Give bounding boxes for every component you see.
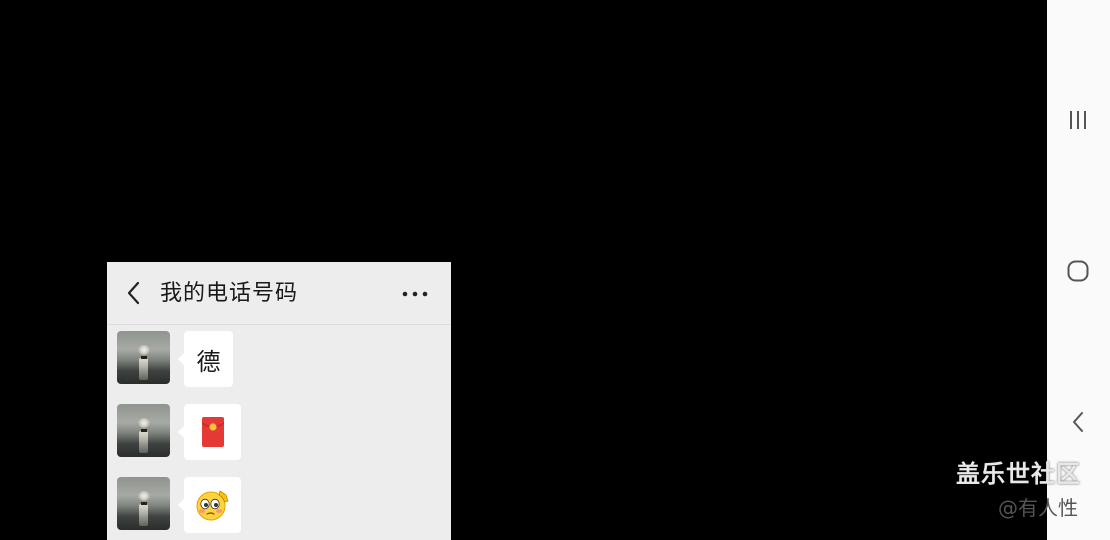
message-text: 德 [196, 347, 221, 376]
home-button[interactable] [1061, 254, 1095, 288]
back-icon [1073, 412, 1083, 432]
message-bubble[interactable]: 德 [178, 331, 233, 387]
chat-window: 我的电话号码 德 [107, 262, 451, 540]
message-row: 德 [107, 331, 451, 389]
blushing-salute-emoji [196, 490, 229, 521]
message-bubble[interactable] [178, 404, 241, 460]
chat-title: 我的电话号码 [160, 281, 299, 306]
avatar[interactable] [117, 331, 170, 384]
back-nav-button[interactable] [1061, 405, 1095, 439]
avatar[interactable] [117, 404, 170, 457]
more-dots-icon [402, 291, 428, 297]
recents-icon [1070, 111, 1086, 129]
watermark-subtitle: @有人性 [998, 496, 1078, 520]
back-button[interactable] [121, 280, 145, 306]
watermark-title: 盖乐世社区 [956, 460, 1081, 488]
chat-header: 我的电话号码 [107, 262, 451, 325]
message-row [107, 477, 451, 535]
avatar[interactable] [117, 477, 170, 530]
more-button[interactable] [397, 282, 433, 306]
recents-button[interactable] [1061, 103, 1095, 137]
chevron-left-icon [127, 281, 140, 305]
message-row [107, 404, 451, 462]
home-icon [1067, 260, 1089, 282]
red-packet-icon [201, 417, 224, 447]
message-bubble[interactable] [178, 477, 241, 533]
